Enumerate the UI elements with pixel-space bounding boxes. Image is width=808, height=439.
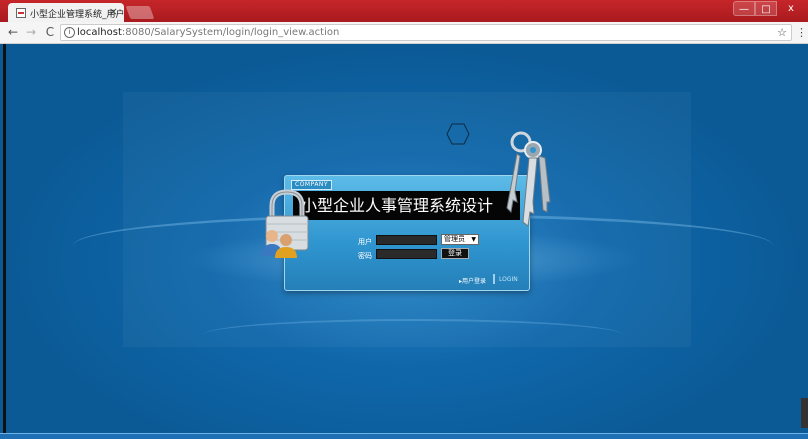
browser-title-bar: 小型企业管理系统_用户登录 × — □ x	[0, 0, 808, 22]
back-arrow-icon[interactable]: ←	[6, 25, 20, 39]
browser-tab[interactable]: 小型企业管理系统_用户登录 ×	[8, 3, 124, 22]
dropdown-arrow-icon: ▼	[471, 236, 476, 243]
site-info-icon[interactable]: i	[64, 27, 75, 38]
page-favicon-icon	[16, 8, 26, 18]
password-input[interactable]	[376, 249, 437, 259]
username-input[interactable]	[376, 235, 437, 245]
bookmark-star-icon[interactable]: ☆	[777, 25, 787, 40]
url-host: localhost	[77, 27, 122, 38]
browser-menu-icon[interactable]: ⋮	[796, 26, 807, 39]
side-scroll-widget[interactable]	[801, 398, 808, 428]
left-border-strip	[3, 44, 6, 439]
login-english-label: LOGIN	[499, 276, 518, 283]
window-close-button[interactable]: x	[777, 1, 805, 16]
os-taskbar	[0, 433, 808, 439]
address-bar[interactable]: i localhost:8080/SalarySystem/login/logi…	[60, 24, 792, 41]
keys-icon	[506, 131, 551, 227]
user-login-link[interactable]: ▸用户登录	[459, 276, 486, 285]
login-button[interactable]: 登录	[441, 248, 469, 259]
role-select-value: 管理员	[444, 235, 465, 243]
password-label: 密码	[358, 252, 372, 260]
window-minimize-button[interactable]: —	[733, 1, 755, 16]
system-title: 小型企业人事管理系统设计	[293, 191, 520, 220]
reload-icon[interactable]: C	[43, 25, 57, 39]
url-path: :8080/SalarySystem/login/login_view.acti…	[121, 27, 340, 38]
forward-arrow-icon[interactable]: →	[24, 25, 38, 39]
new-tab-button[interactable]	[125, 6, 155, 19]
window-maximize-button[interactable]: □	[755, 1, 777, 16]
tab-close-icon[interactable]: ×	[109, 5, 118, 18]
padlock-users-icon	[262, 189, 309, 258]
role-select[interactable]: 管理员 ▼	[441, 234, 479, 245]
username-label: 用户	[358, 238, 372, 246]
login-page: COMPANY 小型企业人事管理系统设计 用户 管理员 ▼ 密码 登录 ▸用户登…	[3, 44, 808, 439]
hexagon-icon	[446, 123, 470, 145]
link-divider	[493, 274, 495, 284]
background-swoosh-lower	[203, 319, 623, 351]
browser-toolbar: ← → C i localhost:8080/SalarySystem/logi…	[0, 22, 808, 44]
